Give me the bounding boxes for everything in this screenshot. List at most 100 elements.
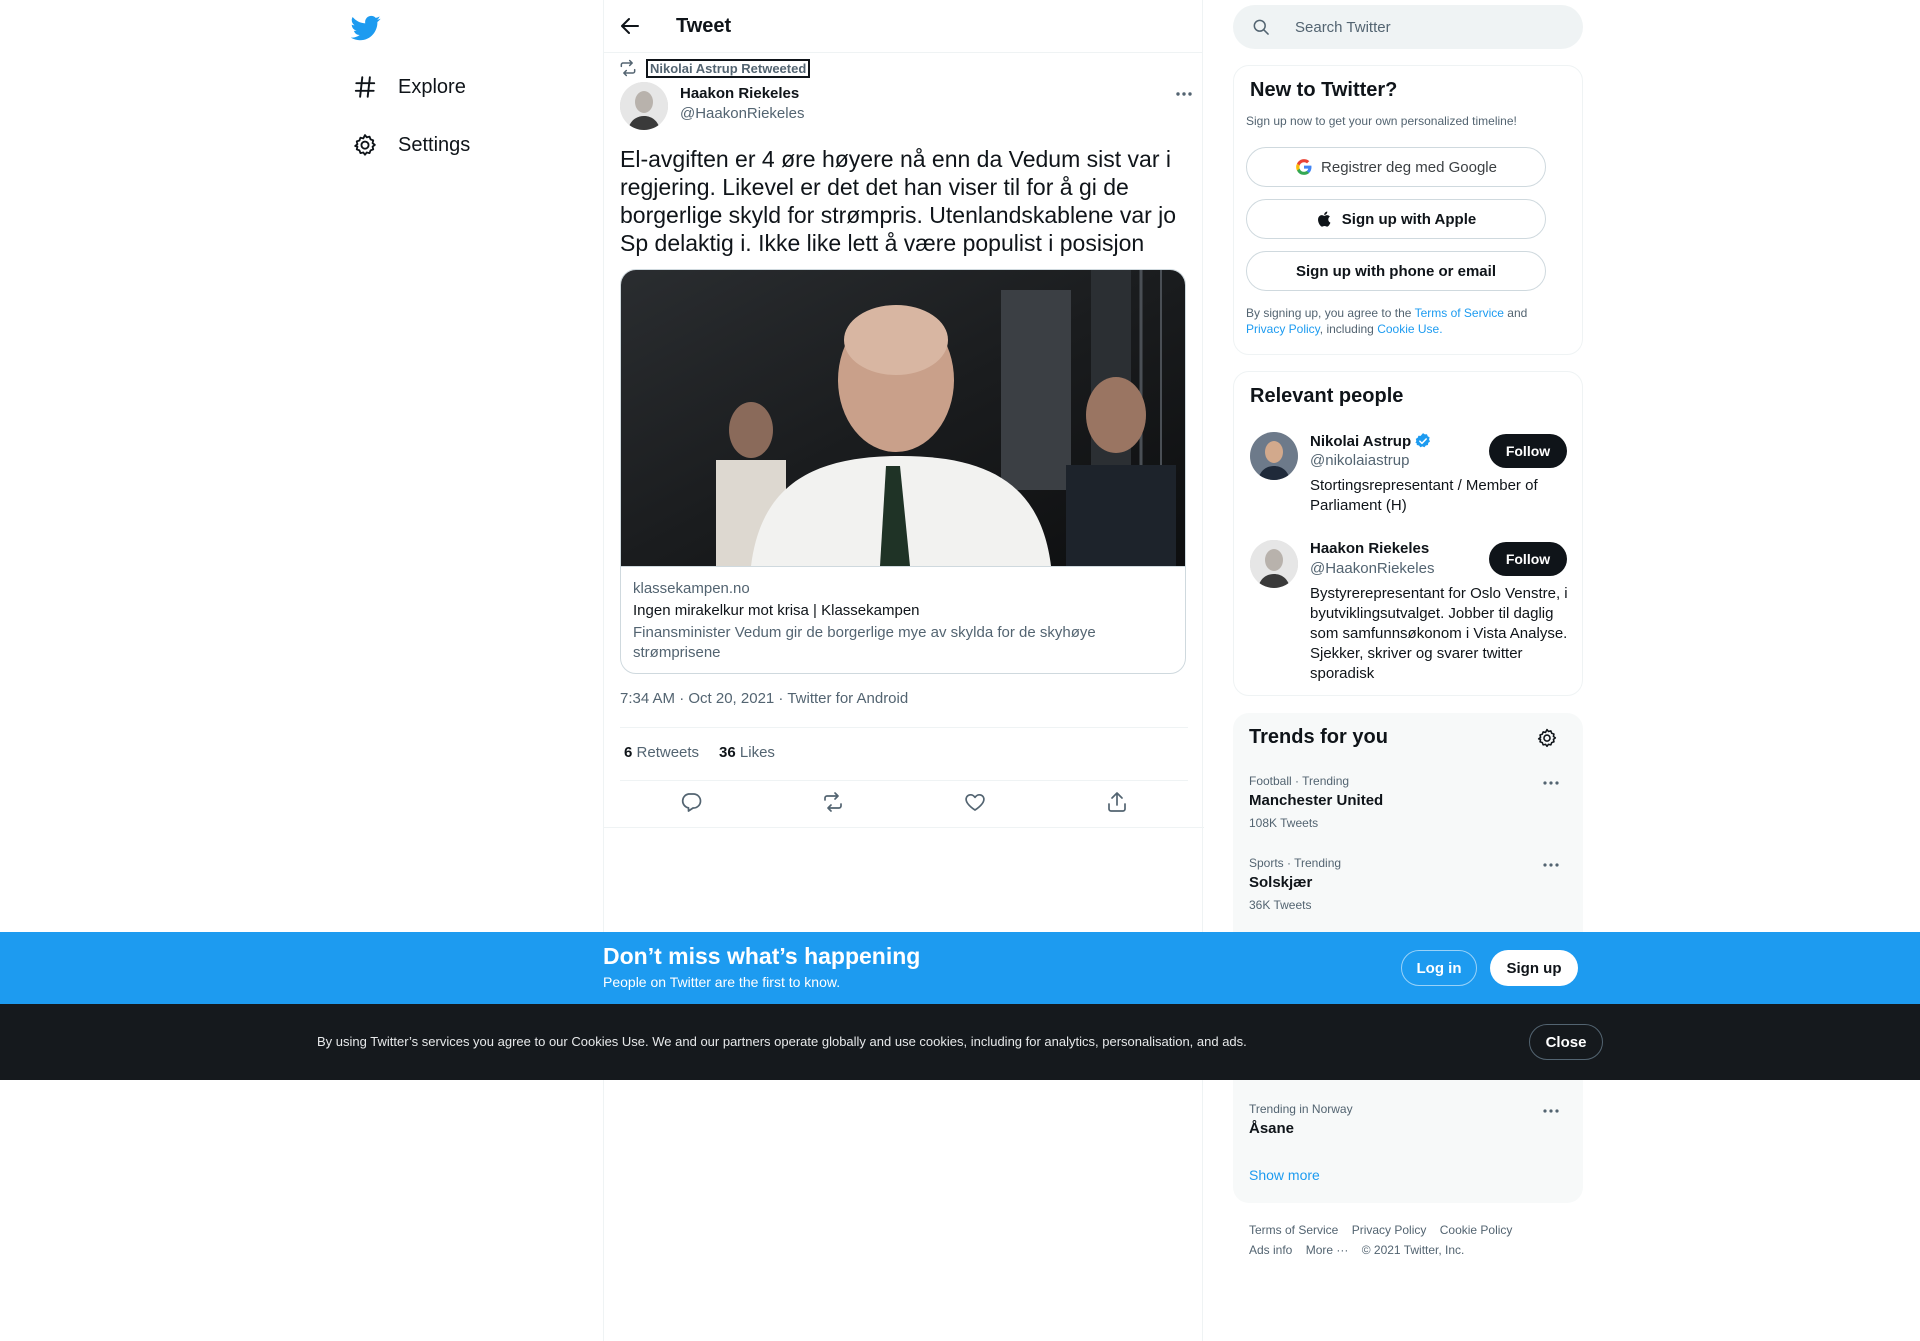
person-avatar[interactable] — [1250, 540, 1298, 588]
copyright-text: © 2021 Twitter, Inc. — [1361, 1243, 1465, 1257]
terms-of-service-link[interactable]: Terms of Service — [1415, 306, 1504, 320]
nav-settings[interactable]: Settings — [352, 125, 470, 165]
trend-count: 108K Tweets — [1249, 816, 1319, 830]
signup-apple-button[interactable]: Sign up with Apple — [1246, 199, 1546, 239]
person-bio: Stortingsrepresentant / Member of Parlia… — [1310, 477, 1538, 514]
relevant-people-panel: Relevant people Nikolai Astrup @nikolaia… — [1233, 371, 1583, 696]
retweet-icon[interactable] — [821, 790, 845, 814]
trend-name: Åsane — [1249, 1120, 1295, 1137]
divider — [620, 727, 1188, 728]
link-card-title: Ingen mirakelkur mot krisa | Klassekampe… — [633, 602, 920, 619]
trend-count: 36K Tweets — [1249, 898, 1312, 912]
retweets-stat[interactable]: 6 Retweets — [624, 744, 699, 761]
nav-explore-label: Explore — [398, 75, 466, 98]
retweet-context: Nikolai Astrup Retweeted — [618, 58, 811, 78]
signup-legal-text: By signing up, you agree to the Terms of… — [1246, 305, 1566, 337]
trend-name: Solskjær — [1249, 874, 1313, 891]
signup-phone-email-label: Sign up with phone or email — [1295, 262, 1496, 280]
retweets-label: Retweets — [636, 744, 700, 761]
trend-item[interactable]: Football · Trending Manchester United 10… — [1249, 773, 1569, 831]
person-avatar[interactable] — [1250, 432, 1298, 480]
footer-link[interactable]: Ads info — [1249, 1243, 1292, 1257]
trend-item[interactable]: Trending in Norway Åsane — [1249, 1101, 1569, 1139]
trend-context: Sports · Trending — [1249, 856, 1342, 870]
link-card-description: Finansminister Vedum gir de borgerlige m… — [633, 624, 1096, 661]
nav-settings-label: Settings — [398, 133, 471, 156]
retweeted-by-link[interactable]: Nikolai Astrup Retweeted — [645, 58, 811, 78]
more-dots-icon[interactable] — [1539, 855, 1563, 875]
heart-icon[interactable] — [963, 790, 987, 814]
search-box[interactable] — [1233, 5, 1583, 49]
tweet-stats: 6 Retweets 36 Likes — [624, 744, 795, 761]
new-to-twitter-subtitle: Sign up now to get your own personalized… — [1246, 114, 1517, 128]
privacy-policy-link[interactable]: Privacy Policy — [1246, 322, 1320, 336]
trend-name: Manchester United — [1249, 792, 1384, 809]
search-icon — [1253, 19, 1269, 35]
person-name[interactable]: Haakon Riekeles — [1310, 540, 1429, 557]
legal-prefix: By signing up, you agree to the — [1246, 306, 1412, 320]
author-name[interactable]: Haakon Riekeles — [680, 84, 804, 104]
tweet-author[interactable]: Haakon Riekeles @HaakonRiekeles — [620, 82, 804, 130]
show-more-link[interactable]: Show more — [1249, 1167, 1320, 1183]
share-icon[interactable] — [1105, 790, 1129, 814]
tweet-actions — [620, 790, 1188, 820]
login-button[interactable]: Log in — [1401, 950, 1477, 986]
footer-link[interactable]: Terms of Service — [1249, 1223, 1338, 1237]
divider — [620, 780, 1188, 781]
link-card-domain: klassekampen.no — [633, 580, 750, 597]
signup-banner: Don’t miss what’s happening People on Tw… — [0, 932, 1920, 1004]
google-icon — [1296, 159, 1312, 175]
cookie-use-link[interactable]: Cookie Use. — [1377, 322, 1442, 336]
nav-explore[interactable]: Explore — [352, 67, 466, 107]
footer-link[interactable]: Cookie Policy — [1440, 1223, 1513, 1237]
link-card-image — [621, 270, 1185, 566]
likes-label: Likes — [739, 744, 775, 761]
gear-icon[interactable] — [1536, 727, 1558, 749]
signup-button[interactable]: Sign up — [1490, 950, 1578, 986]
retweets-count: 6 — [624, 744, 633, 761]
more-dots-icon[interactable] — [1539, 1101, 1563, 1121]
follow-button[interactable]: Follow — [1489, 434, 1567, 468]
tweet-header: Tweet — [604, 0, 1202, 53]
signup-phone-email-button[interactable]: Sign up with phone or email — [1246, 251, 1546, 291]
close-button[interactable]: Close — [1529, 1024, 1603, 1060]
person-handle[interactable]: @HaakonRiekeles — [1310, 560, 1434, 577]
signup-banner-headline: Don’t miss what’s happening — [603, 943, 921, 969]
more-dots-icon[interactable] — [1539, 773, 1563, 793]
legal-and: and — [1507, 306, 1528, 320]
search-input[interactable] — [1293, 17, 1553, 37]
likes-count: 36 — [719, 744, 736, 761]
signup-banner-subline: People on Twitter are the first to know. — [603, 974, 841, 990]
person-name[interactable]: Nikolai Astrup — [1310, 433, 1411, 450]
hashtag-icon — [354, 76, 376, 98]
arrow-left-icon[interactable] — [618, 14, 642, 38]
trend-item[interactable]: Sports · Trending Solskjær 36K Tweets — [1249, 855, 1569, 913]
trend-context: Football · Trending — [1249, 774, 1350, 788]
verified-badge-icon — [1415, 433, 1431, 448]
twitter-logo-icon[interactable] — [351, 13, 381, 43]
trend-context: Trending in Norway — [1249, 1102, 1353, 1116]
trends-title: Trends for you — [1249, 726, 1388, 748]
new-to-twitter-panel: New to Twitter? Sign up now to get your … — [1233, 65, 1583, 355]
signup-google-button[interactable]: Registrer deg med Google — [1246, 147, 1546, 187]
tweet-timestamp[interactable]: 7:34 AM · Oct 20, 2021 · Twitter for And… — [620, 690, 908, 707]
person-bio: Bystyrerepresentant for Oslo Venstre, i … — [1310, 585, 1568, 682]
reply-icon[interactable] — [679, 790, 703, 814]
footer-link[interactable]: More ··· — [1306, 1243, 1349, 1257]
sidebar-footer: Terms of Service Privacy Policy Cookie P… — [1249, 1220, 1569, 1260]
person-handle[interactable]: @nikolaiastrup — [1310, 452, 1409, 469]
signup-apple-label: Sign up with Apple — [1341, 210, 1477, 228]
author-avatar[interactable] — [620, 82, 668, 130]
follow-button[interactable]: Follow — [1489, 542, 1567, 576]
new-to-twitter-title: New to Twitter? — [1250, 79, 1398, 101]
author-handle[interactable]: @HaakonRiekeles — [680, 104, 804, 124]
relevant-people-title: Relevant people — [1250, 385, 1404, 407]
main-column: Tweet Nikolai Astrup Retweeted Haakon Ri… — [603, 0, 1204, 1341]
likes-stat[interactable]: 36 Likes — [719, 744, 775, 761]
cookie-banner-text: By using Twitter’s services you agree to… — [317, 1034, 1247, 1049]
link-card[interactable]: klassekampen.no Ingen mirakelkur mot kri… — [620, 269, 1186, 674]
gear-icon — [354, 134, 376, 156]
more-dots-icon[interactable] — [1169, 82, 1199, 106]
footer-link[interactable]: Privacy Policy — [1352, 1223, 1427, 1237]
signup-google-label: Registrer deg med Google — [1321, 158, 1497, 176]
